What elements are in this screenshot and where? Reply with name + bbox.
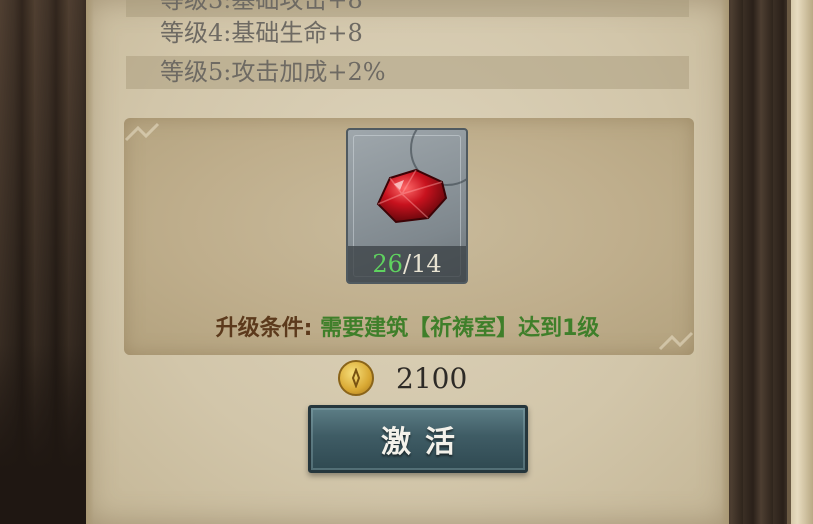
gold-coin-icon bbox=[338, 360, 374, 396]
level-bonus-row-5: 等级5:攻击加成+2% bbox=[126, 56, 689, 89]
material-item-card[interactable]: 26/14 bbox=[346, 128, 468, 284]
upgrade-condition: 升级条件: 需要建筑【祈祷室】达到1级 bbox=[86, 310, 729, 342]
upgrade-condition-label: 升级条件: bbox=[215, 316, 313, 341]
level-bonus-row-4: 等级4:基础生命+8 bbox=[126, 17, 689, 50]
level-bonus-text: 等级5:攻击加成+2% bbox=[160, 58, 386, 86]
level-bonus-row-3: 等级3:基础攻击+8 bbox=[126, 0, 689, 17]
activate-button[interactable]: 激活 bbox=[308, 405, 528, 473]
scroll-edge-decoration bbox=[787, 0, 813, 524]
red-gem-icon bbox=[376, 168, 448, 224]
corner-ornament-icon bbox=[124, 122, 160, 142]
upgrade-condition-text: 需要建筑【祈祷室】达到1级 bbox=[320, 316, 600, 341]
background-left-scenery bbox=[0, 0, 86, 524]
item-count-required: 14 bbox=[411, 250, 442, 278]
item-count-owned: 26 bbox=[372, 250, 403, 278]
activation-cost: 2100 bbox=[338, 356, 467, 400]
item-count: 26/14 bbox=[348, 246, 466, 282]
cost-amount: 2100 bbox=[396, 361, 468, 395]
level-bonus-text: 等级4:基础生命+8 bbox=[160, 19, 363, 47]
level-bonus-text: 等级3:基础攻击+8 bbox=[160, 0, 363, 14]
activate-button-label: 激活 bbox=[381, 425, 469, 460]
upgrade-panel: 等级3:基础攻击+8 等级4:基础生命+8 等级5:攻击加成+2% 26/14 … bbox=[86, 0, 729, 524]
item-count-separator: / bbox=[402, 250, 412, 278]
